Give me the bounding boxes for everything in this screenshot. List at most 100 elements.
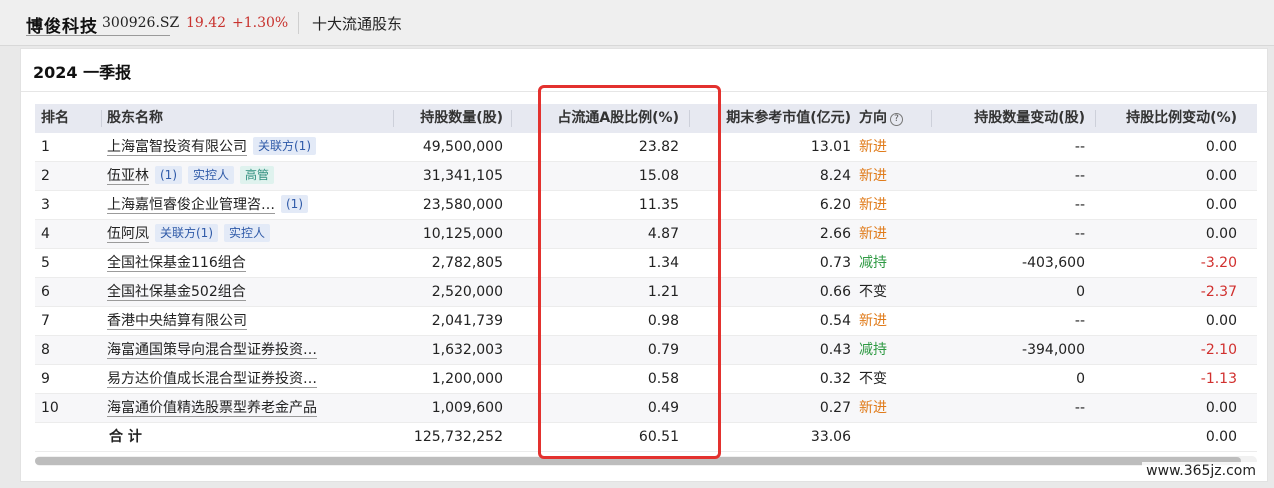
row-market-value: 0.27	[819, 400, 851, 416]
header-quantity[interactable]: 持股数量(股)	[395, 104, 503, 133]
total-label: 合 计	[109, 429, 142, 445]
header-separator	[511, 110, 512, 127]
shareholder-name-link[interactable]: 海富通国策导向混合型证券投资…	[107, 342, 317, 359]
row-shareholder: 全国社保基金116组合	[107, 249, 397, 278]
shareholder-tag[interactable]: (1)	[281, 195, 308, 213]
row-quantity-change: --	[1074, 400, 1085, 416]
shareholder-tag[interactable]: 实控人	[224, 224, 271, 242]
row-rank: 8	[41, 342, 50, 358]
row-ratio-change: 0.00	[1205, 139, 1237, 155]
shareholder-name-link[interactable]: 香港中央結算有限公司	[107, 313, 247, 330]
row-quantity-change: --	[1074, 139, 1085, 155]
row-rank: 3	[41, 197, 50, 213]
header-name[interactable]: 股东名称	[107, 104, 397, 133]
row-quantity: 2,041,739	[431, 313, 503, 329]
stock-header-bar: 博俊科技 300926.SZ 19.42 +1.30% 十大流通股东	[0, 0, 1274, 46]
total-quantity: 125,732,252	[413, 429, 503, 445]
row-shareholder: 上海富智投资有限公司 关联方(1)	[107, 133, 397, 162]
total-market-value: 33.06	[810, 429, 851, 445]
row-shareholder: 海富通国策导向混合型证券投资…	[107, 336, 397, 365]
row-rank: 5	[41, 255, 50, 271]
header-separator	[393, 110, 394, 127]
row-direction: 新进	[859, 226, 887, 242]
row-direction: 新进	[859, 197, 887, 213]
shareholder-name-link[interactable]: 上海富智投资有限公司	[107, 139, 247, 156]
shareholder-tag[interactable]: 关联方(1)	[155, 224, 218, 242]
header-ratio-change[interactable]: 持股比例变动(%)	[1105, 104, 1237, 133]
row-rank: 9	[41, 371, 50, 387]
row-quantity: 2,782,805	[431, 255, 503, 271]
row-ratio-change: 0.00	[1205, 313, 1237, 329]
row-ratio-change: -2.37	[1200, 284, 1237, 300]
row-ratio-change: -2.10	[1200, 342, 1237, 358]
stock-change-percent: +1.30%	[232, 15, 289, 31]
row-quantity: 1,200,000	[431, 371, 503, 387]
row-quantity-change: --	[1074, 226, 1085, 242]
row-quantity-change: 0	[1076, 284, 1085, 300]
shareholder-name-link[interactable]: 海富通价值精选股票型养老金产品	[107, 400, 317, 417]
header-separator	[101, 110, 102, 127]
header-quantity-change[interactable]: 持股数量变动(股)	[931, 104, 1085, 133]
shareholder-name-link[interactable]: 伍阿凤	[107, 226, 149, 243]
shareholder-name-link[interactable]: 易方达价值成长混合型证券投资…	[107, 371, 317, 388]
header-separator	[1095, 110, 1096, 127]
stock-price: 19.42	[186, 15, 227, 31]
shareholder-tag[interactable]: 高管	[240, 166, 275, 184]
row-shareholder: 上海嘉恒睿俊企业管理咨… (1)	[107, 191, 397, 220]
header-market-value[interactable]: 期末参考市值(亿元)	[715, 104, 851, 133]
row-market-value: 0.43	[819, 342, 851, 358]
row-direction: 不变	[859, 371, 887, 387]
header-rank[interactable]: 排名	[41, 104, 101, 133]
shareholder-name-link[interactable]: 伍亚林	[107, 168, 149, 185]
row-direction: 新进	[859, 313, 887, 329]
row-direction: 减持	[859, 342, 887, 358]
row-market-value: 6.20	[819, 197, 851, 213]
row-quantity-change: -394,000	[1022, 342, 1085, 358]
row-ratio-change: -1.13	[1200, 371, 1237, 387]
row-quantity-change: -403,600	[1022, 255, 1085, 271]
row-quantity: 1,009,600	[431, 400, 503, 416]
float-ratio-highlight-box	[538, 85, 721, 459]
row-rank: 6	[41, 284, 50, 300]
watermark: www.365jz.com	[1142, 462, 1260, 480]
help-icon[interactable]: ?	[890, 113, 903, 126]
row-quantity: 10,125,000	[422, 226, 503, 242]
shareholder-tag[interactable]: 实控人	[188, 166, 235, 184]
row-rank: 10	[41, 400, 59, 416]
row-direction: 新进	[859, 168, 887, 184]
shareholder-tag[interactable]: (1)	[155, 166, 182, 184]
shareholder-name-link[interactable]: 全国社保基金502组合	[107, 284, 246, 301]
row-market-value: 0.54	[819, 313, 851, 329]
row-market-value: 2.66	[819, 226, 851, 242]
row-shareholder: 香港中央結算有限公司	[107, 307, 397, 336]
section-title: 十大流通股东	[312, 15, 403, 33]
row-rank: 7	[41, 313, 50, 329]
row-market-value: 0.73	[819, 255, 851, 271]
row-direction: 减持	[859, 255, 887, 271]
row-direction: 新进	[859, 139, 887, 155]
row-quantity: 1,632,003	[431, 342, 503, 358]
stock-code[interactable]: 300926.SZ	[102, 15, 179, 31]
stock-name[interactable]: 博俊科技	[26, 12, 98, 37]
row-quantity: 2,520,000	[431, 284, 503, 300]
row-market-value: 13.01	[810, 139, 851, 155]
row-rank: 1	[41, 139, 50, 155]
row-quantity-change: --	[1074, 197, 1085, 213]
row-quantity-change: --	[1074, 313, 1085, 329]
total-ratio-change: 0.00	[1205, 429, 1237, 445]
row-rank: 4	[41, 226, 50, 242]
row-ratio-change: 0.00	[1205, 197, 1237, 213]
row-direction: 不变	[859, 284, 887, 300]
header-direction[interactable]: 方向?	[859, 104, 929, 133]
row-shareholder: 海富通价值精选股票型养老金产品	[107, 394, 397, 423]
row-ratio-change: 0.00	[1205, 168, 1237, 184]
shareholder-tag[interactable]: 关联方(1)	[253, 137, 316, 155]
row-market-value: 0.66	[819, 284, 851, 300]
row-shareholder: 易方达价值成长混合型证券投资…	[107, 365, 397, 394]
stock-link-underline	[26, 35, 170, 36]
row-direction: 新进	[859, 400, 887, 416]
shareholder-name-link[interactable]: 上海嘉恒睿俊企业管理咨…	[107, 197, 275, 214]
row-quantity: 31,341,105	[422, 168, 503, 184]
shareholder-name-link[interactable]: 全国社保基金116组合	[107, 255, 246, 272]
row-quantity: 23,580,000	[422, 197, 503, 213]
